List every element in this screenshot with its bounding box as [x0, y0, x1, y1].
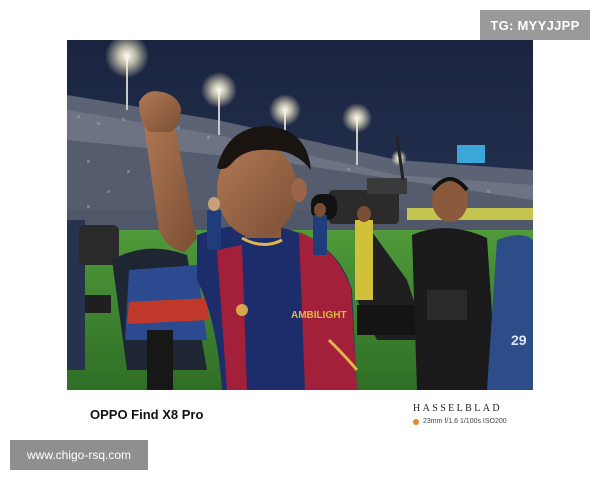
bib-number: 29 — [511, 332, 527, 348]
exif-text: 23mm f/1.6 1/100s ISO200 — [423, 418, 507, 425]
photo-scene: AMBILIGHT 29 — [67, 40, 533, 390]
exif-line: 23mm f/1.6 1/100s ISO200 — [413, 418, 507, 425]
tag-badge: TG: MYYJJPP — [480, 10, 590, 40]
jersey-text: AMBILIGHT — [291, 310, 347, 321]
hasselblad-logo: HASSELBLAD — [413, 403, 503, 414]
stadium-photo: AMBILIGHT 29 — [67, 40, 533, 390]
site-watermark: www.chigo-rsq.com — [10, 440, 148, 470]
device-caption: OPPO Find X8 Pro — [90, 407, 204, 422]
scoreboard — [457, 145, 485, 163]
exif-dot-icon — [413, 418, 419, 425]
